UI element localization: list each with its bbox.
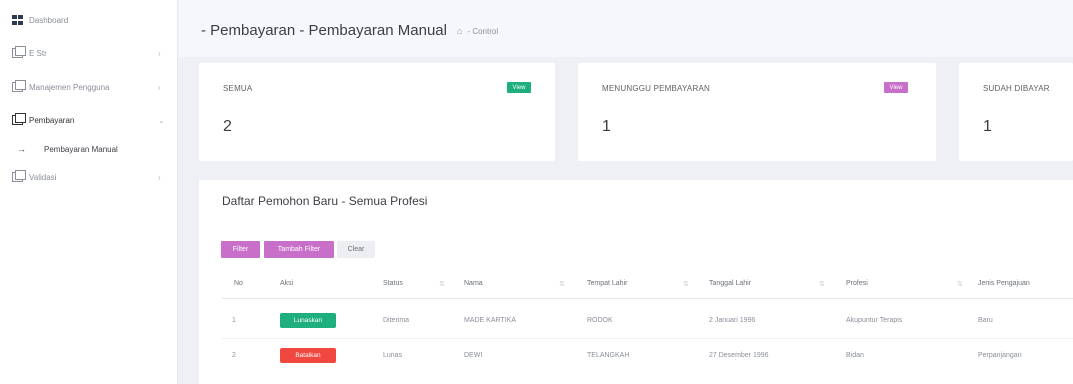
add-filter-button[interactable]: Tambah Filter (264, 241, 334, 258)
dashboard-icon (12, 15, 23, 25)
sidebar-item-manajemen-pengguna[interactable]: Manajemen Pengguna › (0, 77, 178, 97)
sidebar-item-dashboard[interactable]: Dashboard (0, 10, 178, 30)
column-header-status[interactable]: Status (383, 280, 403, 287)
column-header-aksi[interactable]: Aksi (280, 280, 293, 287)
table-cell-profesi: Akupuntur Terapis (846, 317, 903, 324)
sort-icon[interactable]: ⇅ (559, 280, 565, 288)
column-header-profesi[interactable]: Profesi (846, 280, 868, 287)
card-value: 2 (223, 118, 232, 135)
breadcrumb[interactable]: ⌂ - Control (457, 26, 498, 36)
table-cell-tanggal-lahir: 2 Januari 1996 (709, 317, 756, 324)
page-icon (12, 80, 26, 92)
table-cell-jenis-pengajuan: Perpanjangan (978, 352, 1022, 359)
table-cell-tempat-lahir: TELANGKAH (587, 352, 630, 359)
sort-icon[interactable]: ⇅ (819, 280, 825, 288)
table-cell-tanggal-lahir: 27 Desember 1996 (709, 352, 769, 359)
card-title: SUDAH DIBAYAR (983, 84, 1050, 93)
sidebar-item-validasi[interactable]: Validasi › (0, 167, 178, 187)
chevron-right-icon: › (158, 82, 161, 92)
breadcrumb-label: - Control (467, 27, 499, 36)
table-cell-nama: MADE KARTIKA (464, 317, 516, 324)
page-title: - Pembayaran - Pembayaran Manual (201, 22, 447, 39)
sort-icon[interactable]: ⇅ (439, 280, 445, 288)
sidebar-item-label: Pembayaran (29, 115, 75, 125)
applicant-table-panel: Daftar Pemohon Baru - Semua Profesi Filt… (199, 180, 1073, 384)
card-value: 1 (602, 118, 611, 135)
page-icon (12, 113, 26, 125)
table-cell-status: Diterima (383, 317, 410, 324)
clear-button[interactable]: Clear (337, 241, 375, 258)
row-divider (222, 338, 1073, 339)
table-cell-profesi: Bidan (846, 352, 864, 359)
page-icon (12, 170, 26, 182)
page-header: - Pembayaran - Pembayaran Manual ⌂ - Cont… (179, 0, 1073, 57)
card-title: MENUNGGU PEMBAYARAN (602, 84, 710, 93)
view-button[interactable]: View (884, 82, 908, 93)
table-cell-no: 1 (232, 317, 236, 324)
sidebar: Dashboard E Str › Manajemen Pengguna › P… (0, 0, 178, 384)
sidebar-item-label: Manajemen Pengguna (29, 82, 110, 92)
filter-button[interactable]: Filter (221, 241, 260, 258)
column-header-tempat-lahir[interactable]: Tempat Lahir (587, 280, 627, 287)
summary-card-semua: SEMUA View 2 (199, 63, 555, 161)
table-header-divider (222, 298, 1073, 299)
sidebar-item-label: Validasi (29, 172, 57, 182)
chevron-right-icon: › (158, 48, 161, 58)
table-cell-no: 2 (232, 352, 236, 359)
chevron-right-icon: › (158, 172, 161, 182)
arrow-right-icon: → (17, 144, 26, 154)
sidebar-item-label: Pembayaran Manual (44, 144, 118, 154)
card-value: 1 (983, 118, 992, 135)
sidebar-item-e-str[interactable]: E Str › (0, 43, 178, 63)
table-cell-nama: DEWI (464, 352, 483, 359)
column-header-tanggal-lahir[interactable]: Tanggal Lahir (709, 280, 751, 287)
sort-icon[interactable]: ⇅ (683, 280, 689, 288)
column-header-nama[interactable]: Nama (464, 280, 483, 287)
sort-icon[interactable]: ⇅ (957, 280, 963, 288)
table-cell-tempat-lahir: RODOK (587, 317, 613, 324)
lunaskan-button[interactable]: Lunaskan (280, 313, 336, 328)
column-header-no[interactable]: No (234, 280, 243, 287)
summary-card-menunggu-pembayaran: MENUNGGU PEMBAYARAN View 1 (578, 63, 936, 161)
sidebar-item-label: Dashboard (29, 15, 69, 25)
sidebar-item-pembayaran[interactable]: Pembayaran ⌄ (0, 110, 178, 130)
home-icon: ⌂ (457, 26, 463, 36)
batalkan-button[interactable]: Batalkan (280, 348, 336, 363)
table-cell-status: Lunas (383, 352, 403, 359)
page-icon (12, 46, 26, 58)
view-button[interactable]: View (507, 82, 531, 93)
column-header-jenis-pengajuan[interactable]: Jenis Pengajuan (978, 280, 1030, 287)
chevron-down-icon: ⌄ (158, 115, 165, 125)
sidebar-item-label: E Str (29, 48, 47, 58)
table-cell-jenis-pengajuan: Baru (978, 317, 993, 324)
sidebar-item-pembayaran-manual[interactable]: → Pembayaran Manual (0, 139, 178, 159)
summary-card-sudah-dibayar: SUDAH DIBAYAR 1 (959, 63, 1073, 161)
panel-title: Daftar Pemohon Baru - Semua Profesi (222, 194, 428, 208)
card-title: SEMUA (223, 84, 253, 93)
